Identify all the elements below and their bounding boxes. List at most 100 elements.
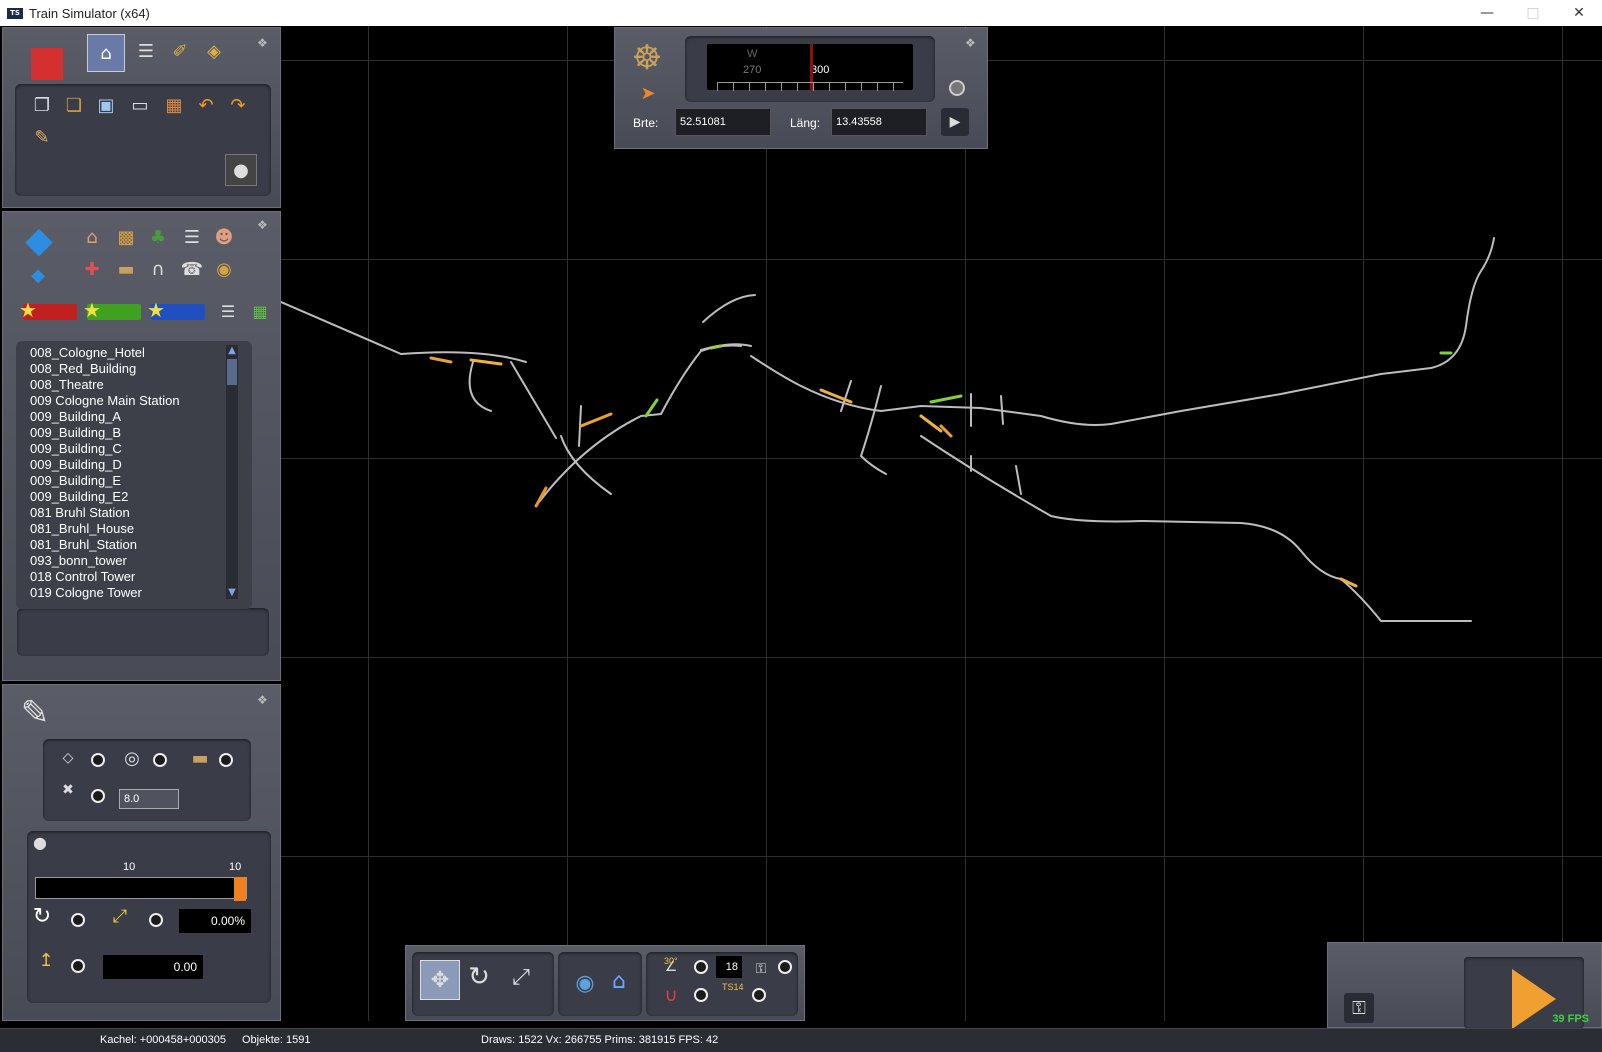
spacing-radio[interactable] [91,789,105,803]
sound-category-icon[interactable]: ☎ [179,256,205,282]
list-item[interactable]: 008_Theatre [30,377,252,393]
cube-large-icon[interactable]: ◆ [17,218,61,262]
redo-icon[interactable]: ↷ [225,92,251,118]
list-item[interactable]: 009_Building_E2 [30,489,252,505]
misc-category-icon[interactable]: ◉ [211,256,237,282]
scale-icon[interactable]: ⤢ [107,903,133,929]
go-to-coordinates-button[interactable]: ▶ [941,108,969,136]
list-item[interactable]: 008_Red_Building [30,361,252,377]
slider-left-label: 10 [123,861,136,873]
latitude-field[interactable]: 52.51081 [675,108,771,136]
scroll-up-icon[interactable]: ▲ [226,345,238,357]
map-viewport[interactable] [281,26,1602,1021]
undo-icon[interactable]: ↶ [193,92,219,118]
bridge-category-icon[interactable]: ∩ [145,256,171,282]
fit-view-icon[interactable]: ✥ [420,960,460,1000]
height-value-field[interactable]: 0.00 [103,955,203,979]
industry-category-icon[interactable]: ▩ [113,224,139,250]
heading-gauge[interactable]: W 270 300 [707,44,913,91]
favorites-green-button[interactable]: ★ [83,298,141,322]
object-list-scrollbar[interactable]: ▲ ▼ [226,345,238,599]
globe-icon[interactable]: ◉ [570,968,600,998]
object-list[interactable]: 008_Cologne_Hotel 008_Red_Building 008_The… [16,341,252,609]
list-item[interactable]: 009 Cologne Main Station [30,393,252,409]
compass-pin-icon[interactable]: ❖ [965,36,979,50]
flatten-icon[interactable]: ✎ [29,124,55,150]
toggle-switch-icon[interactable]: ● [27,829,53,855]
minimize-button[interactable]: — [1464,0,1510,26]
list-view-icon[interactable]: ☰ [215,298,241,324]
list-item[interactable]: 019 Cologne Tower [30,585,252,601]
object-snap-icon: ◎ [124,747,140,769]
building-category-icon[interactable]: ⌂ [79,224,105,250]
lock-snap-radio[interactable] [778,960,792,974]
people-category-icon[interactable]: ☻ [211,224,237,250]
list-item[interactable]: 009_Building_D [30,457,252,473]
favorites-red-button[interactable]: ★ [19,298,77,322]
tree-category-icon[interactable]: ♣ [145,224,171,250]
spacing-input[interactable]: 8.0 [119,789,179,809]
unlock-icon[interactable]: ⚿ [1344,993,1374,1023]
properties-document-icon[interactable]: ✎ [13,691,57,735]
monitor-icon[interactable]: ▣ [93,92,119,118]
close-button[interactable]: ✕ [1556,0,1602,26]
paint-mode-icon[interactable]: ✐ [167,38,193,64]
lock-snap-icon[interactable]: ⚿ [748,956,774,982]
rotate-view-icon[interactable]: ↻ [466,962,492,992]
toolbox-icon[interactable]: ■ [19,34,75,86]
list-item[interactable]: 009_Building_B [30,425,252,441]
height-radio[interactable] [71,959,85,973]
home-mode-icon[interactable]: ⌂ [87,34,125,72]
list-item[interactable]: 008_Cologne_Hotel [30,345,252,361]
train-mode-icon[interactable]: ◈ [201,38,227,64]
scale-slider[interactable] [35,877,247,901]
list-item[interactable]: 009_Building_C [30,441,252,457]
longitude-field[interactable]: 13.43558 [831,108,927,136]
objects-pin-icon[interactable]: ❖ [257,218,271,232]
measure-icon[interactable]: ▦ [161,92,187,118]
brush-size-icon[interactable]: ● [225,154,257,186]
grid-view-icon[interactable]: ▦ [247,298,273,324]
list-item[interactable]: 018 Control Tower [30,569,252,585]
list-item[interactable]: 081 Bruhl Station [30,505,252,521]
road-category-icon[interactable]: ☰ [179,224,205,250]
list-item[interactable]: 081_Bruhl_Station [30,537,252,553]
rotation-value-field[interactable]: 0.00% [179,909,251,933]
platform-category-icon[interactable]: ▬ [113,256,139,282]
delete-icon[interactable]: ▭ [127,92,153,118]
surface-snap-radio[interactable] [91,753,105,767]
object-snap-radio[interactable] [153,753,167,767]
zoom-view-icon[interactable]: ⤢ [508,964,534,990]
height-icon[interactable]: ↥ [33,947,59,973]
paste-icon[interactable]: ❏ [61,92,87,118]
cube-small-icon[interactable]: ◆ [25,262,51,288]
angle-snap-radio[interactable] [694,960,708,974]
track-junction-a [560,405,612,495]
list-item[interactable]: 093_bonn_tower [30,553,252,569]
magnet-icon[interactable]: ∪ [658,982,684,1008]
rotate-icon[interactable]: ↻ [29,903,55,929]
home-view-icon[interactable]: ⌂ [606,968,632,994]
scale-radio[interactable] [149,913,163,927]
scale-slider-handle[interactable] [234,877,246,901]
rotate-radio[interactable] [71,913,85,927]
properties-pin-icon[interactable]: ❖ [257,693,271,707]
ts-radio[interactable] [752,988,766,1002]
scroll-thumb[interactable] [227,359,237,385]
signal-category-icon[interactable]: ✚ [79,256,105,282]
track-snap-radio[interactable] [219,753,233,767]
list-item[interactable]: 009_Building_E [30,473,252,489]
track-mode-icon[interactable]: ☰ [133,38,159,64]
list-item[interactable]: 081_Bruhl_House [30,521,252,537]
scroll-down-icon[interactable]: ▼ [226,587,238,599]
compass-settings-knob[interactable] [949,80,965,96]
list-item[interactable]: 009_Building_A [30,409,252,425]
play-button[interactable] [1512,969,1556,1029]
snap-value-field[interactable]: 18 [716,956,742,978]
map-pin-icon[interactable]: ➤ [635,80,661,106]
magnet-radio[interactable] [694,988,708,1002]
maximize-button[interactable]: □ [1510,0,1556,26]
copy-icon[interactable]: ❐ [29,92,55,118]
favorites-blue-button[interactable]: ★ [147,298,205,322]
tools-pin-icon[interactable]: ❖ [257,36,271,50]
